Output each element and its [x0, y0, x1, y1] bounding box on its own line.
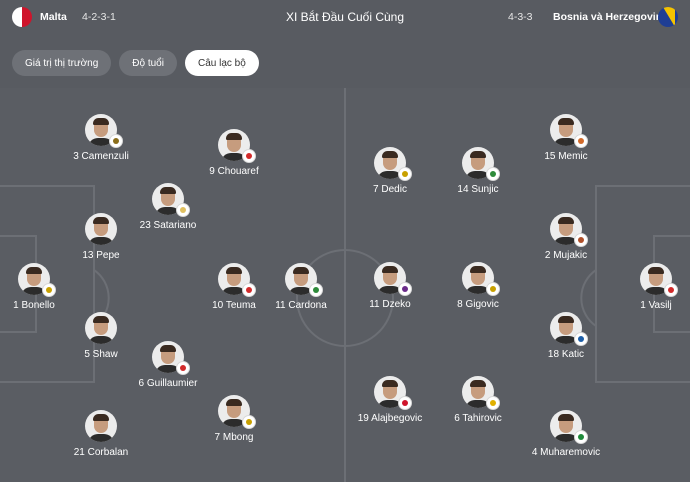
player-name: 3 Camenzuli: [73, 151, 129, 162]
away-formation: 4-3-3: [508, 11, 533, 23]
player-name: 13 Pepe: [82, 250, 120, 261]
player-name: 6 Guillaumier: [138, 378, 198, 389]
club-badge-icon: [398, 167, 412, 181]
tab-market-value[interactable]: Giá trị thị trường: [12, 50, 112, 76]
club-badge-icon: [242, 149, 256, 163]
club-badge-icon: [42, 283, 56, 297]
player-name: 1 Bonello: [13, 300, 55, 311]
player-avatar: [85, 410, 117, 442]
tab-age[interactable]: Độ tuổi: [119, 50, 177, 76]
player-name: 4 Muharemovic: [531, 447, 601, 458]
player-name: 14 Sunjic: [457, 184, 499, 195]
lineup-header: Malta 4-2-3-1 XI Bắt Đầu Cuối Cùng 4-3-3…: [0, 0, 690, 36]
club-badge-icon: [309, 283, 323, 297]
club-badge-icon: [242, 283, 256, 297]
away-team-name[interactable]: Bosnia và Herzegovina: [553, 11, 668, 23]
player-name: 5 Shaw: [84, 349, 118, 360]
club-badge-icon: [176, 361, 190, 375]
club-badge-icon: [574, 233, 588, 247]
player-name: 7 Mbong: [214, 432, 254, 443]
club-badge-icon: [574, 430, 588, 444]
club-badge-icon: [486, 282, 500, 296]
player-name: 1 Vasilj: [640, 300, 672, 311]
club-badge-icon: [486, 396, 500, 410]
pitch: 1 Bonello 3 Camenzuli 13 Pepe 5 Shaw 21 …: [0, 88, 690, 482]
club-badge-icon: [109, 134, 123, 148]
player-name: 21 Corbalan: [73, 447, 129, 458]
club-badge-icon: [574, 134, 588, 148]
player-name: 18 Katic: [547, 349, 585, 360]
player-name: 9 Chouaref: [209, 166, 259, 177]
club-badge-icon: [574, 332, 588, 346]
tab-club[interactable]: Câu lạc bộ: [184, 50, 259, 76]
club-badge-icon: [398, 396, 412, 410]
player-name: 15 Memic: [544, 151, 588, 162]
club-badge-icon: [398, 282, 412, 296]
bosnia-flag-icon: [658, 7, 678, 27]
player-name: 23 Satariano: [139, 220, 197, 231]
lineup-tabs: Giá trị thị trường Độ tuổi Câu lạc bộ: [12, 50, 259, 76]
club-badge-icon: [176, 203, 190, 217]
player-name: 11 Dzeko: [369, 299, 411, 310]
player-name: 6 Tahirovic: [454, 413, 502, 424]
club-badge-icon: [486, 167, 500, 181]
club-badge-icon: [664, 283, 678, 297]
player-name: 2 Mujakic: [544, 250, 588, 261]
club-badge-icon: [242, 415, 256, 429]
player-avatar: [85, 312, 117, 344]
